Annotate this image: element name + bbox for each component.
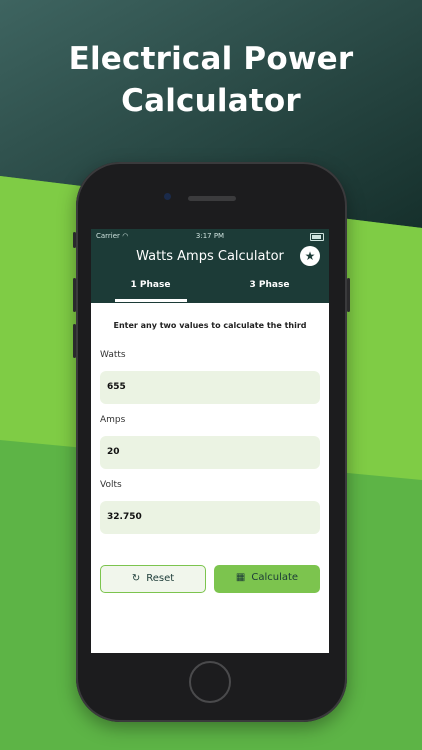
status-bar: Carrier ◠ 3:17 PM bbox=[91, 232, 329, 244]
calculate-label: Calculate bbox=[251, 572, 299, 583]
mute-switch bbox=[73, 232, 76, 248]
reset-button[interactable]: ↻ Reset bbox=[100, 565, 206, 593]
earpiece-speaker bbox=[188, 196, 236, 201]
refresh-icon: ↻ bbox=[131, 573, 141, 584]
favorite-button[interactable]: ★ bbox=[300, 246, 320, 266]
home-button[interactable] bbox=[189, 661, 231, 703]
volume-down-button bbox=[73, 324, 76, 358]
status-time: 3:17 PM bbox=[195, 232, 225, 240]
calculator-icon: ▦ bbox=[235, 572, 246, 583]
battery-icon bbox=[310, 233, 324, 241]
calculate-button[interactable]: ▦ Calculate bbox=[214, 565, 320, 593]
volume-up-button bbox=[73, 278, 76, 312]
watts-label: Watts bbox=[100, 350, 126, 360]
headline: Electrical Power Calculator bbox=[0, 38, 422, 122]
tab-3-phase[interactable]: 3 Phase bbox=[210, 280, 329, 290]
star-icon: ★ bbox=[304, 249, 316, 263]
headline-line-1: Electrical Power bbox=[68, 41, 354, 77]
amps-label: Amps bbox=[100, 415, 126, 425]
volts-label: Volts bbox=[100, 480, 122, 490]
tab-indicator bbox=[115, 299, 187, 302]
volts-input[interactable]: 32.750 bbox=[100, 501, 320, 534]
headline-line-2: Calculator bbox=[121, 83, 301, 119]
tab-1-phase[interactable]: 1 Phase bbox=[91, 280, 210, 290]
app-title: Watts Amps Calculator bbox=[136, 249, 284, 264]
amps-input[interactable]: 20 bbox=[100, 436, 320, 469]
power-button bbox=[347, 278, 350, 312]
watts-input[interactable]: 655 bbox=[100, 371, 320, 404]
front-camera bbox=[164, 193, 171, 200]
instruction-text: Enter any two values to calculate the th… bbox=[113, 321, 307, 330]
app-screen: Carrier ◠ 3:17 PM Watts Amps Calculator … bbox=[91, 229, 329, 653]
app-bar: Carrier ◠ 3:17 PM Watts Amps Calculator … bbox=[91, 229, 329, 303]
reset-label: Reset bbox=[146, 573, 175, 584]
